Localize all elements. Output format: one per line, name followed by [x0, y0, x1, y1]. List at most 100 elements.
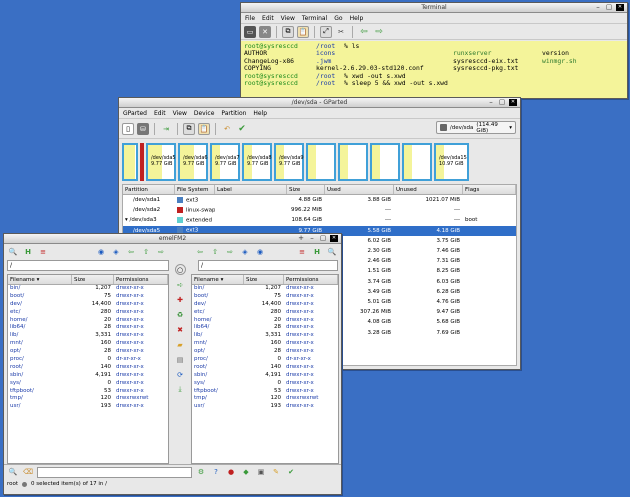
- apply-checkmark-icon[interactable]: ✔: [236, 123, 248, 135]
- refresh-icon[interactable]: ⟳: [175, 369, 186, 380]
- terminal-titlebar[interactable]: Terminal – ▢ ✕: [241, 3, 627, 13]
- file-row[interactable]: mnt/160 drwxr-xr-x: [192, 340, 338, 348]
- file-row[interactable]: sbin/4,191 drwxr-xr-x: [8, 372, 168, 380]
- partition-block[interactable]: /dev/sda5 9.77 GiB: [146, 143, 176, 181]
- minimize-button[interactable]: –: [308, 235, 316, 242]
- copy-icon[interactable]: ⧉: [183, 122, 195, 135]
- clear-icon[interactable]: ⌫: [22, 466, 34, 478]
- gparted-titlebar[interactable]: /dev/sda - GParted – ▢ ✕: [119, 98, 520, 108]
- partition-block[interactable]: [338, 143, 368, 181]
- file-row[interactable]: sbin/4,191 drwxr-xr-x: [192, 372, 338, 380]
- folder-icon[interactable]: ▰: [175, 339, 186, 350]
- partition-block[interactable]: /dev/sda9 9.77 GiB: [274, 143, 304, 181]
- file-row[interactable]: opt/28 drwxr-xr-x: [8, 348, 168, 356]
- file-row[interactable]: boot/75 drwxr-xr-x: [192, 293, 338, 301]
- filemanager-window[interactable]: emelFM2 + – ▢ ✕ 🔍 H ≡ ◉ ◈ ⇦ ⇧ ⇨ / ⇦ ⇧ ⇨ …: [3, 233, 342, 495]
- help-icon[interactable]: ?: [210, 466, 222, 478]
- trash-icon[interactable]: ♻: [175, 309, 186, 320]
- delete-icon[interactable]: ✖: [175, 324, 186, 335]
- new-terminal-icon[interactable]: ▭: [244, 25, 256, 38]
- partition-block[interactable]: /dev/sda7 9.77 GiB: [210, 143, 240, 181]
- col-size[interactable]: Size: [244, 275, 284, 284]
- col-permissions[interactable]: Permissions: [284, 275, 338, 284]
- terminal-window[interactable]: Terminal – ▢ ✕ File Edit View Terminal G…: [240, 2, 628, 99]
- file-row[interactable]: opt/28 drwxr-xr-x: [192, 348, 338, 356]
- device-selector[interactable]: /dev/sda (114.49 GiB) ▾: [436, 121, 516, 134]
- file-row[interactable]: sys/0 drwxr-xr-x: [192, 380, 338, 388]
- file-row[interactable]: home/20 drwxr-xr-x: [192, 317, 338, 325]
- file-row[interactable]: tftpboot/53 drwxr-xr-x: [8, 388, 168, 396]
- menu-help[interactable]: Help: [253, 110, 267, 117]
- move-files-icon[interactable]: ✚: [175, 294, 186, 305]
- partition-block[interactable]: [122, 143, 138, 181]
- menu-view[interactable]: View: [173, 110, 187, 117]
- file-row[interactable]: usr/193 drwxr-xr-x: [192, 403, 338, 411]
- archive-icon[interactable]: ▤: [175, 354, 186, 365]
- paste-icon[interactable]: 📋: [198, 122, 210, 135]
- file-row[interactable]: root/140 drwxr-xr-x: [192, 364, 338, 372]
- fullscreen-icon[interactable]: ⤢: [320, 25, 332, 38]
- maximize-button[interactable]: ▢: [319, 235, 327, 242]
- file-row[interactable]: dev/14,400 drwxr-xr-x: [192, 301, 338, 309]
- up-arrow-icon[interactable]: ⇧: [209, 246, 221, 258]
- col-filename[interactable]: Filename ▾: [8, 275, 72, 284]
- col-filename[interactable]: Filename ▾: [192, 275, 244, 284]
- ok-icon[interactable]: ✔: [285, 466, 297, 478]
- resize-move-icon[interactable]: ⇥: [160, 123, 172, 135]
- menu-gparted[interactable]: GParted: [123, 110, 147, 117]
- pin-button[interactable]: +: [297, 235, 305, 242]
- file-row[interactable]: lib/3,331 drwxr-xr-x: [8, 332, 168, 340]
- bookmark-icon[interactable]: ◉: [254, 246, 266, 258]
- menu-help[interactable]: Help: [350, 15, 364, 22]
- file-row[interactable]: dev/14,400 drwxr-xr-x: [8, 301, 168, 309]
- up-arrow-icon[interactable]: ⇧: [140, 246, 152, 258]
- col-label[interactable]: Label: [215, 185, 287, 194]
- partition-block[interactable]: /dev/sda6 9.77 GiB: [178, 143, 208, 181]
- history-icon[interactable]: ◈: [110, 246, 122, 258]
- menu-view[interactable]: View: [281, 15, 295, 22]
- search-icon[interactable]: 🔍: [326, 246, 338, 258]
- partition-block[interactable]: [402, 143, 432, 181]
- file-row[interactable]: root/140 drwxr-xr-x: [8, 364, 168, 372]
- link-icon[interactable]: ⤓: [175, 384, 186, 395]
- menu-file[interactable]: File: [245, 15, 255, 22]
- minimize-button[interactable]: –: [487, 99, 495, 106]
- close-button[interactable]: ✕: [509, 99, 517, 106]
- command-input[interactable]: [37, 466, 192, 478]
- col-used[interactable]: Used: [325, 185, 394, 194]
- preferences-icon[interactable]: ✂: [335, 26, 347, 38]
- sync-icon[interactable]: ○: [174, 264, 186, 275]
- copy-files-icon[interactable]: ➪: [175, 279, 186, 290]
- filemanager-titlebar[interactable]: emelFM2 + – ▢ ✕: [4, 234, 341, 244]
- file-row[interactable]: home/20 drwxr-xr-x: [8, 317, 168, 325]
- back-arrow-icon[interactable]: ⇦: [125, 246, 137, 258]
- file-row[interactable]: etc/280 drwxr-xr-x: [192, 309, 338, 317]
- home-icon[interactable]: H: [311, 246, 323, 258]
- delete-partition-icon[interactable]: ⛁: [137, 122, 149, 135]
- col-size[interactable]: Size: [72, 275, 114, 284]
- menu-edit[interactable]: Edit: [262, 15, 274, 22]
- file-row[interactable]: bin/1,207 drwxr-xr-x: [192, 285, 338, 293]
- list-icon[interactable]: ≡: [37, 246, 49, 258]
- file-row[interactable]: sys/0 drwxr-xr-x: [8, 380, 168, 388]
- menu-terminal[interactable]: Terminal: [302, 15, 327, 22]
- partition-row[interactable]: ▾ /dev/sda3 extended 108.64 GiB --- --- boot: [123, 215, 516, 225]
- search-icon[interactable]: 🔍: [7, 246, 19, 258]
- menu-go[interactable]: Go: [334, 15, 342, 22]
- file-row[interactable]: usr/193 drwxr-xr-x: [8, 403, 168, 411]
- new-partition-icon[interactable]: ▯: [122, 122, 134, 135]
- home-icon[interactable]: H: [22, 246, 34, 258]
- stop-icon[interactable]: ●: [225, 466, 237, 478]
- back-arrow-icon[interactable]: ⇦: [358, 26, 370, 38]
- paste-icon[interactable]: 📋: [297, 25, 309, 38]
- file-row[interactable]: etc/280 drwxr-xr-x: [8, 309, 168, 317]
- forward-arrow-icon[interactable]: ⇨: [224, 246, 236, 258]
- close-button[interactable]: ✕: [616, 4, 624, 11]
- back-arrow-icon[interactable]: ⇦: [194, 246, 206, 258]
- col-size[interactable]: Size: [287, 185, 325, 194]
- bookmark-icon[interactable]: ◉: [95, 246, 107, 258]
- partition-row[interactable]: /dev/sda1 ext3 4.88 GiB 3.88 GiB 1021.07 MiB: [123, 195, 516, 205]
- col-unused[interactable]: Unused: [394, 185, 463, 194]
- col-partition[interactable]: Partition: [123, 185, 175, 194]
- file-row[interactable]: proc/0 dr-xr-xr-x: [8, 356, 168, 364]
